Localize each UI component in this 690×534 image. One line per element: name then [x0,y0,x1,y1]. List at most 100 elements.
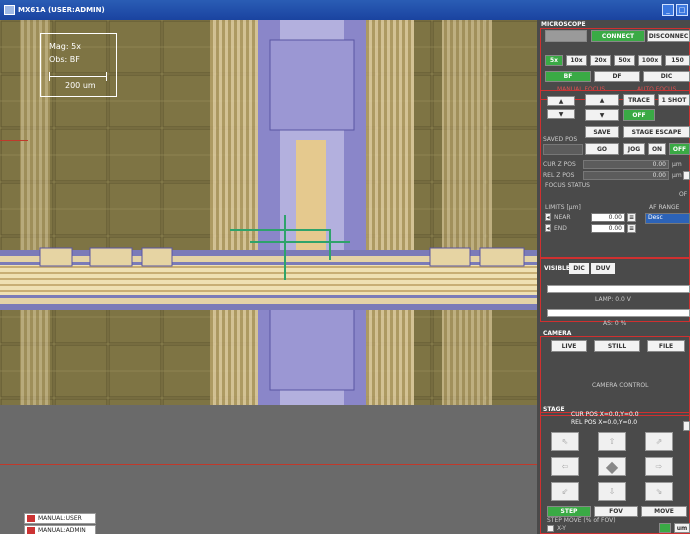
as-slider[interactable] [547,309,690,317]
mag-20x-button[interactable]: 20x [590,55,611,66]
stage-up-left-button[interactable]: ⇖ [551,432,579,451]
end-field[interactable]: 0.00 [591,224,625,233]
microscope-image-viewer[interactable]: Mag: 5x Obs: BF 200 um [0,20,537,405]
stage-move-button[interactable]: MOVE [641,506,687,517]
stage-fov-button[interactable]: FOV [594,506,638,517]
microscope-title: MICROSCOPE [541,21,586,28]
near-label: NEAR [554,214,571,221]
as-label: AS: 0 % [603,320,627,327]
mag-5x-button[interactable]: 5x [545,55,563,66]
stage-center-button[interactable]: ◆ [598,457,626,476]
obs-dic-button[interactable]: DIC [643,71,690,82]
admin-icon [27,527,35,534]
focus-up-button[interactable]: ▲ [585,94,619,106]
camera-control-label: CAMERA CONTROL [592,382,649,389]
cur-z-pos-label: CUR Z POS [543,161,576,168]
focus-status-label: FOCUS STATUS [545,182,590,189]
end-set-button[interactable]: ≡ [627,224,636,233]
xy-label: X-Y [557,525,566,532]
callout-line-viewer [0,140,28,141]
stage-down-right-button[interactable]: ⇘ [645,482,673,501]
obs-bf-button[interactable]: BF [545,71,591,82]
stage-step-button[interactable]: STEP [547,506,591,517]
stage-up-button[interactable]: ⇧ [598,432,626,451]
mode-manual-admin[interactable]: MANUAL:ADMIN [24,525,96,534]
go-button[interactable]: GO [585,143,619,155]
end-label: END [554,225,567,232]
title-bar: MX61A (USER:ADMIN) _ □ [0,0,690,20]
mode-manual-user[interactable]: MANUAL:USER [24,513,96,524]
step-unit-button[interactable]: um [674,523,690,533]
disconnect-button[interactable]: DISCONNEC [647,30,690,42]
limits-label: LIMITS [µm] [545,204,581,211]
scale-label: 200 um [65,81,96,90]
af-range-label: AF RANGE [649,204,680,211]
control-panel: MICROSCOPE CONNECT DISCONNEC 5x 10x 20x … [537,20,690,534]
obs-df-button[interactable]: DF [594,71,640,82]
callout-line-stage [0,464,537,465]
stage-right-button[interactable]: ⇨ [645,457,673,476]
one-shot-button[interactable]: 1 SHOT [658,94,690,106]
step-move-label: STEP MOVE (% of FOV) [547,517,616,524]
jog-button[interactable]: JOG [623,143,645,155]
stage-reset-button[interactable] [683,421,690,431]
mode-label: MANUAL:ADMIN [38,527,86,534]
mode-list: MANUAL:USER MANUAL:ADMIN [24,513,96,534]
mag-50x-button[interactable]: 50x [614,55,635,66]
mag-100x-button[interactable]: 100x [638,55,662,66]
jog-on-button[interactable]: ON [648,143,666,155]
still-button[interactable]: STILL [594,340,640,352]
save-button[interactable]: SAVE [585,126,619,138]
status-indicator [545,30,587,42]
saved-pos-label: SAVED POS [543,136,578,143]
status-area: MANUAL:USER MANUAL:ADMIN [0,405,537,534]
magnification-overlay: Mag: 5x Obs: BF 200 um [40,33,117,97]
cur-z-unit: µm [672,161,682,168]
stage-down-left-button[interactable]: ⇙ [551,482,579,501]
stage-rel-pos: REL POS X=0.0,Y=0.0 [571,419,638,426]
stage-down-button[interactable]: ⇩ [598,482,626,501]
rel-z-pos-field: 0.00 [583,171,669,180]
minimize-button[interactable]: _ [662,4,674,16]
mag-label: Mag: 5x [49,42,81,51]
stage-escape-button[interactable]: STAGE ESCAPE [623,126,690,138]
stage-up-right-button[interactable]: ⇗ [645,432,673,451]
stage-cur-pos: CUR POS X=0.0,Y=0.0 [571,411,639,418]
rel-z-unit: µm [672,172,682,179]
tab-duv[interactable]: DUV [591,263,615,274]
window-title: MX61A (USER:ADMIN) [18,6,105,14]
mag-150x-button[interactable]: 150 [665,55,690,66]
mode-label: MANUAL:USER [38,515,82,522]
stage-left-button[interactable]: ⇦ [551,457,579,476]
file-button[interactable]: FILE [647,340,685,352]
rel-z-reset-button[interactable] [683,171,690,180]
lamp-slider[interactable] [547,285,690,293]
step-value-field[interactable] [659,523,671,533]
jog-off-button[interactable]: OFF [669,143,690,155]
observation-label: Obs: BF [49,55,80,64]
tab-dic[interactable]: DIC [569,263,589,274]
user-icon [27,515,35,522]
maximize-button[interactable]: □ [676,4,688,16]
scale-bar [49,72,107,81]
live-button[interactable]: LIVE [551,340,587,352]
near-set-button[interactable]: ≡ [627,213,636,222]
af-range-select[interactable]: Desc [645,213,690,224]
focus-down-fine-button[interactable]: ▼ [547,109,575,119]
app-icon [4,5,15,15]
trace-button[interactable]: TRACE [623,94,655,106]
mag-10x-button[interactable]: 10x [566,55,587,66]
saved-pos-field[interactable] [543,144,583,155]
near-field[interactable]: 0.00 [591,213,625,222]
focus-status-value: OF [679,191,688,198]
xy-checkbox[interactable] [547,525,554,532]
rel-z-pos-label: REL Z POS [543,172,575,179]
near-toggle[interactable]: ◂ [545,213,551,221]
end-toggle[interactable]: ◂ [545,224,551,232]
af-off-button[interactable]: OFF [623,109,655,121]
tab-visible[interactable]: VISIBLE [544,263,570,274]
focus-up-fine-button[interactable]: ▲ [547,96,575,106]
cur-z-pos-field: 0.00 [583,160,669,169]
focus-down-button[interactable]: ▼ [585,109,619,121]
connect-button[interactable]: CONNECT [591,30,645,42]
